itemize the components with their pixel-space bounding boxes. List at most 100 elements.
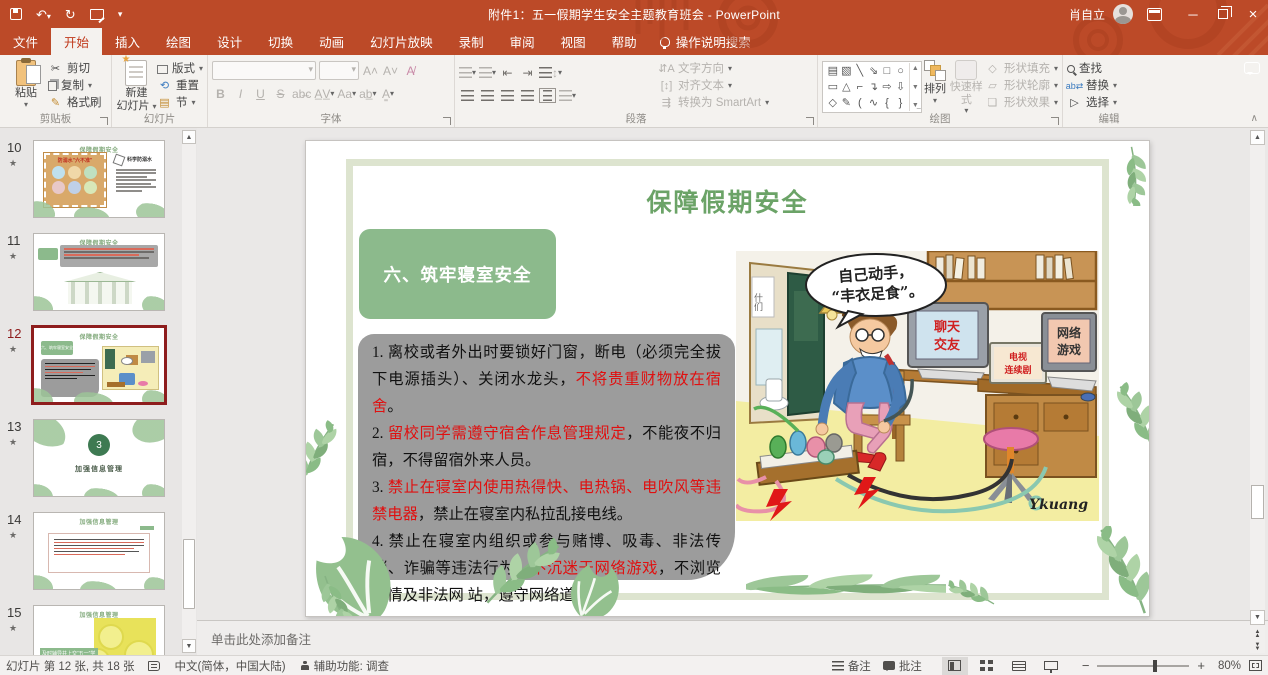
- highlight-icon[interactable]: ab̲▾: [359, 85, 376, 102]
- tab-插入[interactable]: 插入: [102, 28, 153, 55]
- tab-审阅[interactable]: 审阅: [497, 28, 548, 55]
- language-indicator[interactable]: 中文(简体，中国大陆): [174, 658, 285, 674]
- italic-icon[interactable]: I: [232, 85, 249, 102]
- cut-button[interactable]: ✂剪切: [48, 62, 102, 76]
- change-case-icon[interactable]: Aa▾: [337, 85, 356, 102]
- current-slide[interactable]: 保障假期安全 六、筑牢寝室安全 1. 离校或者外出时要锁好门窗，断电（必须完全拔…: [305, 140, 1150, 617]
- justify-icon[interactable]: [519, 87, 536, 104]
- shape-effects-button[interactable]: ❏形状效果▾: [985, 96, 1058, 110]
- select-button[interactable]: ▷选择▾: [1067, 96, 1117, 110]
- customize-qat-icon[interactable]: ▾: [118, 10, 123, 19]
- comments-toggle[interactable]: 批注: [883, 658, 922, 674]
- shape-icon-10[interactable]: ⇨: [882, 82, 891, 93]
- copy-button[interactable]: 复制▾: [48, 79, 102, 93]
- restore-button[interactable]: [1208, 0, 1238, 28]
- arrange-button[interactable]: 排列▾: [922, 58, 947, 105]
- start-slideshow-icon[interactable]: [90, 9, 104, 20]
- tab-开始[interactable]: 开始: [51, 28, 102, 55]
- shape-gallery[interactable]: ▤▧╲⇘□○▭△⌐↴⇨⇩◇✎(∿{} ▲▼▼̲: [822, 61, 922, 113]
- tab-切换[interactable]: 切换: [255, 28, 306, 55]
- shape-icon-0[interactable]: ▤: [828, 66, 838, 77]
- zoom-slider[interactable]: [1097, 665, 1189, 667]
- shape-icon-9[interactable]: ↴: [869, 82, 878, 93]
- normal-view-button[interactable]: [942, 657, 968, 675]
- save-icon[interactable]: [10, 8, 22, 20]
- shape-icon-4[interactable]: □: [884, 66, 891, 77]
- columns-icon[interactable]: ▾: [559, 87, 576, 104]
- tab-视图[interactable]: 视图: [548, 28, 599, 55]
- tab-文件[interactable]: 文件: [0, 28, 51, 55]
- clipboard-dialog-launcher[interactable]: [100, 117, 108, 125]
- shape-icon-17[interactable]: }: [899, 98, 903, 109]
- slide-thumbnail-12-selected[interactable]: 保障假期安全 六、筑牢寝室安全: [31, 325, 167, 405]
- shape-icon-13[interactable]: ✎: [842, 98, 851, 109]
- align-right-icon[interactable]: [499, 87, 516, 104]
- reading-view-button[interactable]: [1006, 657, 1032, 675]
- zoom-in-button[interactable]: +: [1197, 658, 1205, 673]
- minimize-button[interactable]: ─: [1178, 0, 1208, 28]
- replace-button[interactable]: ab⇄替换▾: [1067, 79, 1117, 93]
- paste-button[interactable]: 粘贴 ▾: [4, 58, 48, 109]
- close-button[interactable]: ×: [1238, 0, 1268, 28]
- slide-thumbnail-10[interactable]: 保障假期安全 防溺水"六不准" 科学防溺水: [33, 140, 165, 218]
- distribute-icon[interactable]: [539, 88, 556, 103]
- drawing-dialog-launcher[interactable]: [1051, 117, 1059, 125]
- tab-动画[interactable]: 动画: [306, 28, 357, 55]
- shape-outline-button[interactable]: ▱形状轮廓▾: [985, 79, 1058, 93]
- comments-icon[interactable]: [1244, 62, 1260, 74]
- text-direction-button[interactable]: ⇵A文字方向▾: [659, 62, 769, 76]
- scroll-thumb[interactable]: [1251, 485, 1264, 519]
- paragraph-dialog-launcher[interactable]: [806, 117, 814, 125]
- shape-icon-5[interactable]: ○: [897, 66, 904, 77]
- zoom-level[interactable]: 80%: [1213, 660, 1241, 672]
- scroll-down-icon[interactable]: ▼: [1250, 610, 1265, 625]
- new-slide-button[interactable]: 新建幻灯片 ▾: [116, 58, 157, 112]
- collapse-ribbon-button[interactable]: ∧: [1251, 113, 1258, 124]
- spell-check-icon[interactable]: [148, 661, 160, 671]
- tab-设计[interactable]: 设计: [204, 28, 255, 55]
- slideshow-view-button[interactable]: [1038, 657, 1064, 675]
- clear-format-icon[interactable]: A̸: [402, 62, 419, 79]
- decrease-font-icon[interactable]: A˅: [382, 62, 399, 79]
- strikethrough-icon[interactable]: S: [272, 85, 289, 102]
- underline-icon[interactable]: U: [252, 85, 269, 102]
- shape-fill-button[interactable]: ◇形状填充▾: [985, 62, 1058, 76]
- slide-title[interactable]: 保障假期安全: [306, 183, 1149, 219]
- shape-icon-3[interactable]: ⇘: [869, 66, 878, 77]
- zoom-out-button[interactable]: −: [1082, 658, 1090, 673]
- numbering-icon[interactable]: ▾: [479, 64, 496, 81]
- paste-dropdown-icon[interactable]: ▾: [24, 101, 28, 109]
- quick-styles-button[interactable]: 快速样式▾: [948, 58, 985, 115]
- layout-button[interactable]: 版式▾: [157, 62, 203, 76]
- font-name-select[interactable]: [212, 61, 316, 80]
- smartart-button[interactable]: ⇶转换为 SmartArt▾: [659, 96, 769, 110]
- shadow-icon[interactable]: ab̶c: [292, 85, 311, 102]
- dorm-cartoon-image[interactable]: 什们 聊天: [736, 251, 1099, 521]
- avatar[interactable]: [1113, 4, 1133, 24]
- font-color-icon[interactable]: A̳▾: [379, 85, 396, 102]
- font-dialog-launcher[interactable]: [443, 117, 451, 125]
- fit-slide-to-window-icon[interactable]: [1249, 660, 1262, 671]
- shape-gallery-scroll[interactable]: ▲▼▼̲: [909, 63, 920, 111]
- align-left-icon[interactable]: [459, 87, 476, 104]
- slide-thumbnail-13[interactable]: 3 加强信息管理: [33, 419, 165, 497]
- section-button[interactable]: ▤节▾: [157, 96, 203, 110]
- shape-icon-2[interactable]: ╲: [857, 66, 864, 77]
- panel-scroll-down-icon[interactable]: ▼: [182, 639, 196, 653]
- slide-sorter-view-button[interactable]: [974, 657, 1000, 675]
- redo-icon[interactable]: ↻: [65, 8, 76, 21]
- panel-scroll-thumb[interactable]: [183, 539, 195, 609]
- shape-icon-14[interactable]: (: [858, 98, 862, 109]
- notes-toggle[interactable]: 备注: [832, 658, 871, 674]
- tab-幻灯片放映[interactable]: 幻灯片放映: [357, 28, 446, 55]
- reset-button[interactable]: ⟲重置: [157, 79, 203, 93]
- user-name[interactable]: 肖自立: [1069, 6, 1105, 23]
- shape-icon-8[interactable]: ⌐: [857, 82, 863, 93]
- shape-icon-11[interactable]: ⇩: [896, 82, 905, 93]
- shape-icon-7[interactable]: △: [842, 82, 850, 93]
- slide-body-box[interactable]: 1. 离校或者外出时要锁好门窗，断电（必须完全拔下电源插头）、关闭水龙头，不将贵…: [358, 334, 735, 580]
- tell-me-search[interactable]: 操作说明搜索: [650, 28, 761, 55]
- previous-slide-button[interactable]: ▲▲: [1250, 628, 1265, 640]
- bullets-icon[interactable]: ▾: [459, 64, 476, 81]
- find-button[interactable]: 查找: [1067, 62, 1117, 76]
